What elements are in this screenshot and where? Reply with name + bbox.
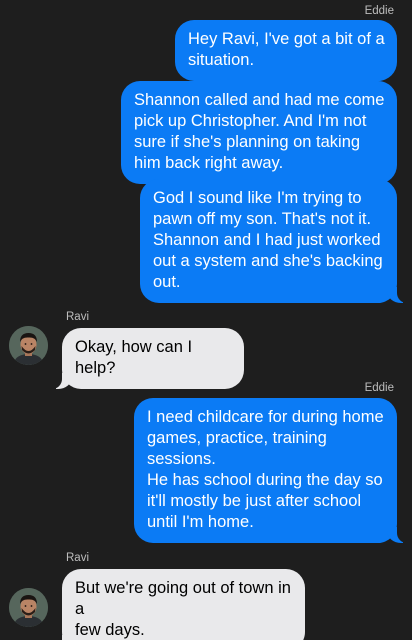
message-text: Hey Ravi, I've got a bit of a situation. — [188, 30, 385, 69]
message-text: Okay, how can I help? — [75, 338, 193, 377]
person-avatar-icon — [9, 326, 48, 365]
message-thread[interactable]: Eddie Hey Ravi, I've got a bit of a situ… — [0, 0, 412, 640]
person-avatar-icon — [9, 588, 48, 627]
avatar-ravi[interactable] — [9, 588, 48, 627]
message-bubble-outgoing[interactable]: Shannon called and had me come pick up C… — [121, 81, 397, 184]
message-bubble-outgoing[interactable]: Hey Ravi, I've got a bit of a situation. — [175, 20, 397, 81]
avatar-ravi[interactable] — [9, 326, 48, 365]
message-bubble-incoming[interactable]: But we're going out of town in a few day… — [52, 569, 305, 640]
message-text: Shannon called and had me come pick up C… — [134, 91, 385, 172]
message-text: But we're going out of town in a few day… — [75, 579, 291, 639]
message-text: God I sound like I'm trying to pawn off … — [153, 189, 383, 291]
sender-name-ravi: Ravi — [66, 311, 90, 323]
message-bubble-outgoing[interactable]: God I sound like I'm trying to pawn off … — [140, 179, 407, 303]
sender-name-ravi: Ravi — [66, 552, 90, 564]
sender-name-eddie: Eddie — [364, 382, 394, 394]
message-text: I need childcare for during home games, … — [147, 408, 384, 531]
message-bubble-incoming[interactable]: Okay, how can I help? — [52, 328, 244, 389]
message-bubble-outgoing[interactable]: I need childcare for during home games, … — [134, 398, 407, 543]
sender-name-eddie: Eddie — [364, 5, 394, 17]
